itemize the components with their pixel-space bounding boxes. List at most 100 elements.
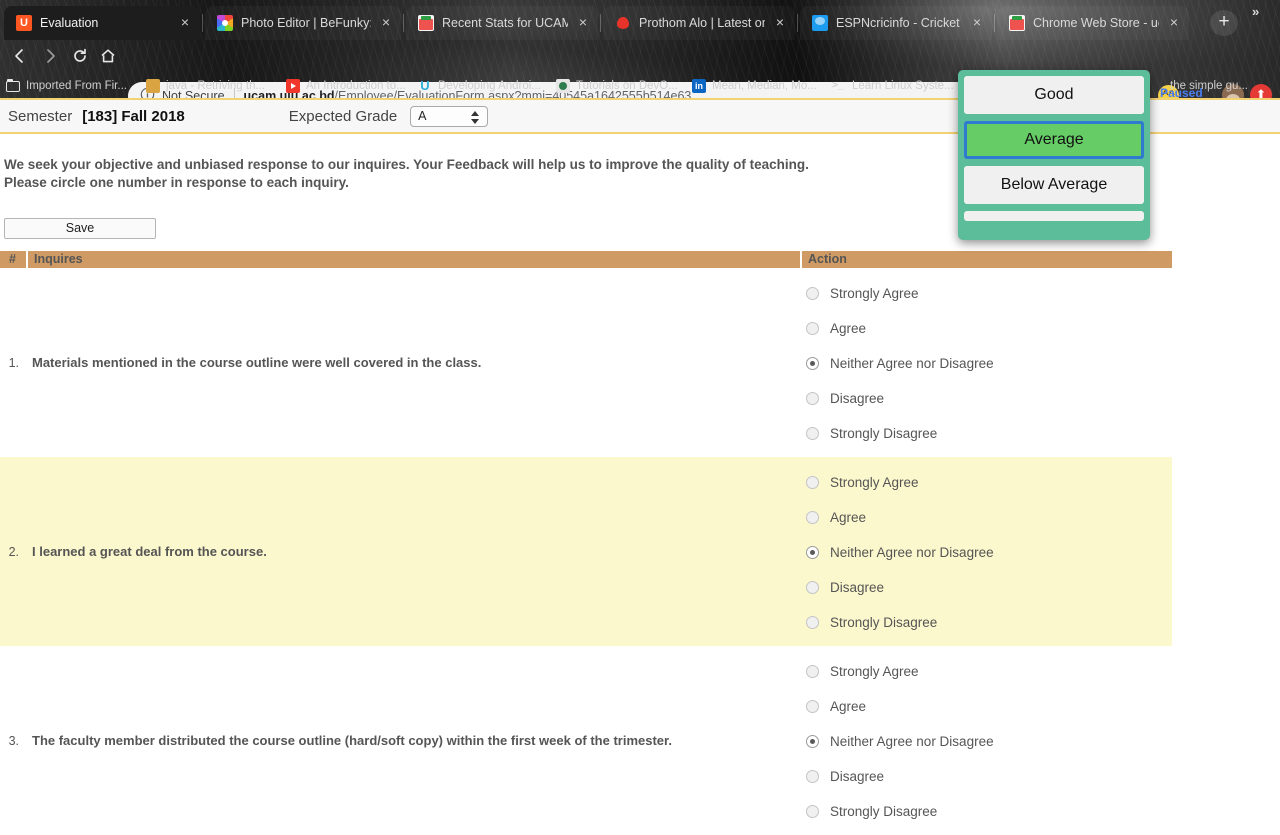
radio-option[interactable]: Disagree (806, 381, 1172, 416)
tab-close-icon[interactable]: × (178, 15, 192, 30)
radio-option[interactable]: Disagree (806, 759, 1172, 794)
folder-icon (6, 79, 20, 93)
java-icon (146, 79, 160, 93)
tab-close-icon[interactable]: × (1167, 15, 1181, 30)
table-row: 1. Materials mentioned in the course outl… (0, 268, 1172, 457)
radio-button-selected[interactable] (806, 546, 819, 559)
radio-option[interactable]: Strongly Disagree (806, 416, 1172, 451)
bookmark-item-2[interactable]: java - Retriving th... (146, 74, 265, 98)
radio-option[interactable]: Agree (806, 689, 1172, 724)
save-button[interactable]: Save (4, 218, 156, 239)
radio-button[interactable] (806, 700, 819, 713)
tab-separator (600, 14, 601, 32)
radio-button[interactable] (806, 770, 819, 783)
radio-button[interactable] (806, 392, 819, 405)
radio-option-label: Agree (830, 510, 867, 525)
browser-tab-4[interactable]: Prothom Alo | Latest online × (603, 6, 795, 40)
radio-button[interactable] (806, 581, 819, 594)
espncricinfo-icon (812, 15, 828, 31)
browser-tab-5[interactable]: ESPNcricinfo - Cricket Live S × (800, 6, 992, 40)
browser-tab-1[interactable]: Evaluation × (4, 6, 200, 40)
radio-option-label: Disagree (830, 391, 885, 406)
semester-label: Semester (8, 107, 73, 125)
dropdown-option-partial[interactable] (964, 211, 1144, 221)
radio-option[interactable]: Strongly Agree (806, 465, 1172, 500)
radio-option[interactable]: Strongly Agree (806, 276, 1172, 311)
bookmark-item-1[interactable]: Imported From Fir... (6, 74, 127, 98)
radio-button[interactable] (806, 805, 819, 818)
radio-button[interactable] (806, 665, 819, 678)
bookmark-label: An Introduction to... (306, 80, 406, 92)
radio-option[interactable]: Neither Agree nor Disagree (806, 535, 1172, 570)
bookmark-label: the simple gu... (1170, 80, 1248, 92)
radio-option-label: Neither Agree nor Disagree (830, 356, 994, 371)
radio-button-selected[interactable] (806, 357, 819, 370)
radio-button[interactable] (806, 476, 819, 489)
radio-option-label: Strongly Disagree (830, 804, 938, 819)
bookmark-item-3[interactable]: An Introduction to... (286, 74, 406, 98)
bookmark-item-8[interactable]: the simple gu... (1150, 74, 1248, 98)
browser-tab-2[interactable]: Photo Editor | BeFunky: Free × (205, 6, 401, 40)
tab-close-icon[interactable]: × (970, 15, 984, 30)
tab-close-icon[interactable]: × (379, 15, 393, 30)
radio-option-label: Strongly Agree (830, 475, 919, 490)
radio-option[interactable]: Strongly Agree (806, 654, 1172, 689)
grade-select-dropdown-popup[interactable]: Good Average Below Average (958, 70, 1150, 240)
bookmarks-overflow-chevron-icon[interactable]: » (1252, 4, 1259, 19)
radio-option-label: Neither Agree nor Disagree (830, 734, 994, 749)
udacity-icon: U (420, 78, 430, 93)
dropdown-option-2[interactable]: Average (964, 121, 1144, 159)
befunky-icon (217, 15, 233, 31)
dropdown-option-3[interactable]: Below Average (964, 166, 1144, 204)
radio-button[interactable] (806, 322, 819, 335)
youtube-icon (286, 79, 300, 93)
home-button[interactable] (96, 44, 120, 68)
radio-option[interactable]: Neither Agree nor Disagree (806, 346, 1172, 381)
tab-title: Photo Editor | BeFunky: Free (241, 16, 371, 30)
tab-title: Evaluation (40, 16, 99, 30)
devops-icon (556, 79, 570, 93)
radio-button[interactable] (806, 511, 819, 524)
tab-close-icon[interactable]: × (576, 15, 590, 30)
radio-button[interactable] (806, 616, 819, 629)
expected-grade-select[interactable]: A (410, 105, 489, 127)
radio-button-selected[interactable] (806, 735, 819, 748)
radio-option-label: Neither Agree nor Disagree (830, 545, 994, 560)
table-header-row: # Inquires Action (0, 251, 1172, 268)
tab-close-icon[interactable]: × (773, 15, 787, 30)
radio-option-label: Disagree (830, 769, 885, 784)
table-row: 3. The faculty member distributed the cou… (0, 646, 1172, 835)
bookmark-item-5[interactable]: Tutorials on DevO... (556, 74, 678, 98)
browser-tab-6[interactable]: Chrome Web Store - ucam × (997, 6, 1189, 40)
browser-tab-3[interactable]: Recent Stats for UCAM Cou × (406, 6, 598, 40)
row-number: 3. (8, 733, 19, 748)
back-button[interactable] (8, 44, 32, 68)
bookmark-item-4[interactable]: U Developing Androi... (418, 74, 541, 98)
radio-button[interactable] (806, 287, 819, 300)
semester-value: [183] Fall 2018 (82, 107, 185, 125)
radio-option[interactable]: Neither Agree nor Disagree (806, 724, 1172, 759)
bookmark-label: Tutorials on DevO... (576, 80, 678, 92)
tab-separator (797, 14, 798, 32)
radio-option[interactable]: Agree (806, 311, 1172, 346)
radio-option-label: Disagree (830, 580, 885, 595)
bookmark-item-6[interactable]: in Mean, Median, Mo... (692, 74, 817, 98)
reload-button[interactable] (68, 44, 92, 68)
radio-option[interactable]: Disagree (806, 570, 1172, 605)
radio-option[interactable]: Agree (806, 500, 1172, 535)
bookmark-item-7[interactable]: >_ Learn Linux Syste... (832, 74, 954, 98)
radio-option-label: Agree (830, 699, 867, 714)
radio-option-label: Strongly Agree (830, 664, 919, 679)
bookmark-label: java - Retriving th... (166, 80, 266, 92)
tab-title: Chrome Web Store - ucam (1033, 16, 1159, 30)
radio-option-label: Strongly Agree (830, 286, 919, 301)
radio-option[interactable]: Strongly Disagree (806, 605, 1172, 640)
dropdown-option-1[interactable]: Good (964, 76, 1144, 114)
radio-button[interactable] (806, 427, 819, 440)
new-tab-button[interactable]: + (1210, 10, 1238, 36)
prothom-alo-icon (615, 15, 631, 31)
radio-option[interactable]: Strongly Disagree (806, 794, 1172, 829)
tab-separator (403, 14, 404, 32)
radio-option-label: Strongly Disagree (830, 615, 938, 630)
forward-button[interactable] (38, 44, 62, 68)
